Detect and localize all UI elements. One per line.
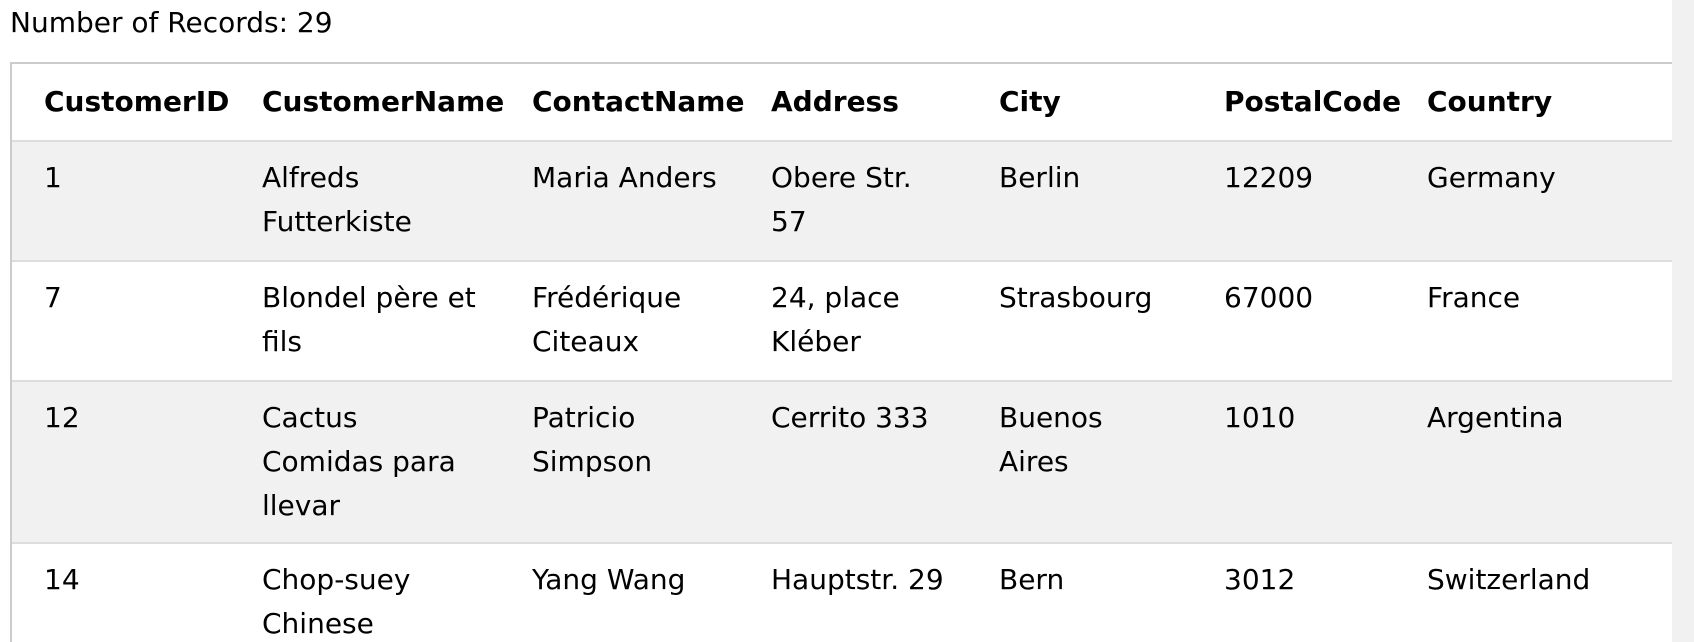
- cell-contactname: Patricio Simpson: [500, 381, 739, 544]
- column-header-city: City: [967, 64, 1192, 142]
- cell-postalcode: 3012: [1192, 543, 1395, 642]
- column-header-postalcode: PostalCode: [1192, 64, 1401, 142]
- cell-contactname: Frédérique Citeaux: [500, 261, 739, 382]
- column-header-country: Country: [1395, 64, 1694, 142]
- customers-table-frame: CustomerID CustomerName ContactName Addr…: [10, 62, 1694, 642]
- cell-customername: Alfreds Futterkiste: [230, 141, 500, 262]
- cell-postalcode: 67000: [1192, 261, 1395, 382]
- cell-country: France: [1395, 261, 1694, 382]
- column-header-contactname: ContactName: [500, 64, 744, 142]
- cell-address: Cerrito 333: [739, 381, 967, 544]
- cell-country: Argentina: [1395, 381, 1694, 544]
- table-header-row: CustomerID CustomerName ContactName Addr…: [12, 64, 1694, 142]
- cell-city: Bern: [967, 543, 1192, 642]
- cell-address: Obere Str. 57: [739, 141, 967, 262]
- customers-table: CustomerID CustomerName ContactName Addr…: [12, 64, 1694, 642]
- cell-customerid: 12: [12, 381, 230, 544]
- table-row: 14 Chop-suey Chinese Yang Wang Hauptstr.…: [12, 543, 1694, 642]
- cell-postalcode: 1010: [1192, 381, 1395, 544]
- cell-customername: Cactus Comidas para llevar: [230, 381, 500, 544]
- cell-country: Switzerland: [1395, 543, 1694, 642]
- page-scrollbar-track[interactable]: [1672, 0, 1694, 642]
- cell-postalcode: 12209: [1192, 141, 1395, 262]
- cell-city: Buenos Aires: [967, 381, 1192, 544]
- table-header: CustomerID CustomerName ContactName Addr…: [12, 64, 1694, 142]
- cell-contactname: Maria Anders: [500, 141, 739, 262]
- page: Number of Records: 29 CustomerID Custome…: [0, 0, 1694, 642]
- cell-customerid: 14: [12, 543, 230, 642]
- record-count-label: Number of Records: 29: [10, 6, 333, 39]
- cell-city: Berlin: [967, 141, 1192, 262]
- table-row: 12 Cactus Comidas para llevar Patricio S…: [12, 381, 1694, 544]
- cell-customerid: 7: [12, 261, 230, 382]
- table-row: 7 Blondel père et fils Frédérique Citeau…: [12, 261, 1694, 382]
- cell-country: Germany: [1395, 141, 1694, 262]
- cell-customername: Blondel père et fils: [230, 261, 500, 382]
- table-body: 1 Alfreds Futterkiste Maria Anders Obere…: [12, 141, 1694, 642]
- cell-customername: Chop-suey Chinese: [230, 543, 500, 642]
- cell-contactname: Yang Wang: [500, 543, 739, 642]
- cell-address: 24, place Kléber: [739, 261, 967, 382]
- table-row: 1 Alfreds Futterkiste Maria Anders Obere…: [12, 141, 1694, 262]
- column-header-customername: CustomerName: [230, 64, 504, 142]
- cell-city: Strasbourg: [967, 261, 1192, 382]
- cell-address: Hauptstr. 29: [739, 543, 967, 642]
- column-header-address: Address: [739, 64, 967, 142]
- cell-customerid: 1: [12, 141, 230, 262]
- column-header-customerid: CustomerID: [12, 64, 230, 142]
